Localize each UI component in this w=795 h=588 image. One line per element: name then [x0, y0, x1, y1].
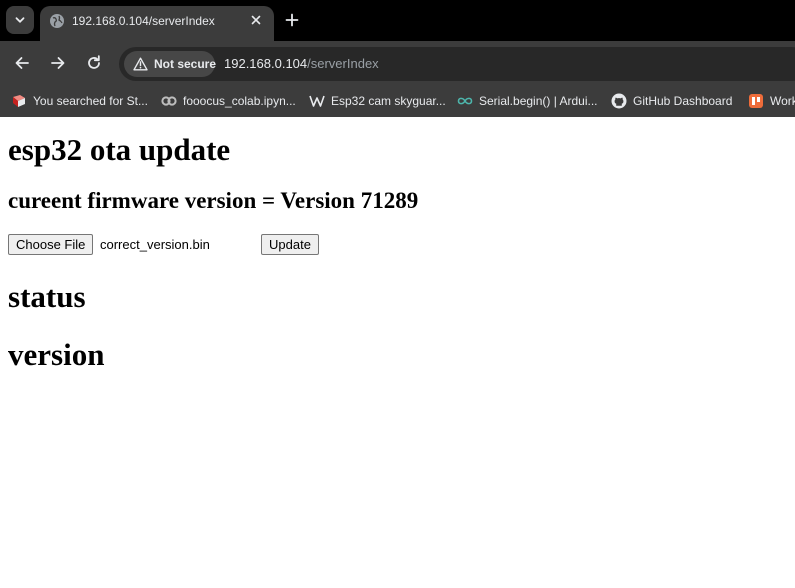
bookmark-item[interactable]: fooocus_colab.ipyn... — [161, 92, 296, 110]
orange-app-icon — [748, 93, 764, 109]
tab-search-button[interactable] — [6, 6, 34, 34]
url-text[interactable]: 192.168.0.104/serverIndex — [224, 56, 379, 71]
url-path: /serverIndex — [307, 56, 379, 71]
update-button[interactable]: Update — [261, 234, 319, 255]
reload-icon[interactable] — [84, 53, 104, 73]
address-bar[interactable]: Not secure 192.168.0.104/serverIndex — [119, 47, 795, 81]
firmware-version-heading: cureent firmware version = Version 71289 — [8, 188, 419, 213]
warning-triangle-icon — [133, 57, 148, 71]
bookmark-label: fooocus_colab.ipyn... — [183, 94, 296, 108]
chevron-down-icon — [15, 17, 25, 23]
wikipedia-icon — [309, 93, 325, 109]
url-host: 192.168.0.104 — [224, 56, 308, 71]
bookmarks-bar: You searched for St... fooocus_colab.ipy… — [0, 85, 795, 117]
arduino-icon — [457, 93, 473, 109]
bookmark-label: Serial.begin() | Ardui... — [479, 94, 598, 108]
red-book-icon — [11, 93, 27, 109]
bookmark-label: Work — [770, 94, 795, 108]
selected-file-name: correct_version.bin — [100, 237, 210, 252]
security-chip[interactable]: Not secure — [124, 51, 217, 77]
tab-strip: 192.168.0.104/serverIndex — [0, 0, 795, 41]
security-label: Not secure — [154, 57, 217, 71]
bookmark-item[interactable]: GitHub Dashboard — [611, 92, 732, 110]
bookmark-item[interactable]: You searched for St... — [11, 92, 148, 110]
close-icon[interactable] — [248, 12, 264, 28]
bookmark-label: You searched for St... — [33, 94, 148, 108]
bookmark-item[interactable]: Esp32 cam skyguar... — [309, 92, 446, 110]
tab-title: 192.168.0.104/serverIndex — [72, 14, 215, 28]
colab-icon — [161, 93, 177, 109]
back-arrow-icon[interactable] — [12, 53, 32, 73]
bookmark-label: GitHub Dashboard — [633, 94, 733, 108]
page-content: esp32 ota update cureent firmware versio… — [0, 117, 795, 588]
status-heading: status — [8, 279, 86, 314]
bookmark-item[interactable]: Serial.begin() | Ardui... — [457, 92, 598, 110]
bookmark-label: Esp32 cam skyguar... — [331, 94, 446, 108]
github-icon — [611, 93, 627, 109]
forward-arrow-icon[interactable] — [48, 53, 68, 73]
version-heading: version — [8, 337, 105, 372]
globe-icon — [50, 14, 64, 28]
choose-file-button[interactable]: Choose File — [8, 234, 94, 255]
bookmark-item[interactable]: Work — [748, 92, 795, 110]
browser-toolbar: Not secure 192.168.0.104/serverIndex — [0, 41, 795, 85]
page-title: esp32 ota update — [8, 132, 231, 167]
new-tab-plus-icon[interactable] — [283, 11, 301, 29]
active-tab[interactable]: 192.168.0.104/serverIndex — [40, 6, 274, 41]
